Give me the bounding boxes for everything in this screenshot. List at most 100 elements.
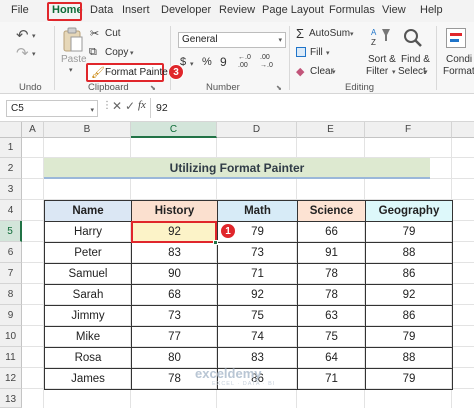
cut-label[interactable]: Cut [105,28,121,39]
fill-handle[interactable] [213,240,218,245]
row-header-3[interactable]: 3 [0,179,22,200]
student-name-cell[interactable]: James [44,368,132,390]
redo-icon[interactable]: ↷ [16,44,29,62]
clipboard-launcher-icon[interactable]: ⬊ [150,84,156,92]
scissors-icon[interactable]: ✂ [90,27,99,40]
tab-insert[interactable]: Insert [122,4,150,16]
conditional-formatting-icon[interactable] [446,28,466,48]
magnifier-icon[interactable] [403,28,423,53]
student-name-cell[interactable]: Sarah [44,284,132,306]
sort-filter-dropdown-icon[interactable]: ▾ [392,68,396,76]
score-cell[interactable]: 73 [131,305,218,327]
copy-label[interactable]: Copy [105,47,128,58]
increase-decimal-icon[interactable]: ←.0 .00 [238,54,251,70]
tab-developer[interactable]: Developer [161,4,211,16]
decrease-decimal-icon[interactable]: .00 →.0 [260,54,273,70]
score-cell[interactable]: 79 [365,368,453,390]
copy-icon[interactable]: ⧉ [89,46,97,59]
student-name-cell[interactable]: Mike [44,326,132,348]
percent-icon[interactable]: % [202,56,212,68]
undo-dropdown-icon[interactable]: ▾ [32,32,36,40]
tab-file[interactable]: File [11,4,29,16]
score-cell[interactable]: 92 [365,284,453,306]
row-header-1[interactable]: 1 [0,138,22,158]
fill-label[interactable]: Fill [310,47,323,58]
tab-view[interactable]: View [382,4,406,16]
score-cell[interactable]: 86 [365,263,453,285]
paste-label[interactable]: Paste [61,54,87,65]
score-cell[interactable]: 73 [217,242,298,264]
score-cell[interactable]: 68 [131,284,218,306]
column-header-d[interactable]: D [217,122,297,138]
student-name-cell[interactable]: Peter [44,242,132,264]
formula-input[interactable]: 92 [152,100,470,117]
number-format-dropdown[interactable]: General ▾ [178,32,286,48]
score-cell[interactable]: 71 [217,263,298,285]
score-cell[interactable]: 83 [131,242,218,264]
find-select-label-1[interactable]: Find & [401,54,430,65]
score-cell[interactable]: 63 [297,305,366,327]
tab-review[interactable]: Review [219,4,255,16]
more-options-icon[interactable]: ⋮ [102,100,112,111]
score-cell[interactable]: 77 [131,326,218,348]
find-select-dropdown-icon[interactable]: ▾ [424,68,428,76]
row-header-4[interactable]: 4 [0,200,22,221]
column-header-b[interactable]: B [44,122,131,138]
column-header-a[interactable]: A [22,122,44,138]
row-header-6[interactable]: 6 [0,242,22,263]
student-name-cell[interactable]: Samuel [44,263,132,285]
redo-dropdown-icon[interactable]: ▾ [32,50,36,58]
autosum-label[interactable]: AutoSum [309,28,350,39]
score-cell[interactable]: 74 [217,326,298,348]
score-cell[interactable]: 75 [217,305,298,327]
score-cell[interactable]: 66 [297,221,366,243]
conditional-label-1[interactable]: Condi [446,54,472,65]
paste-dropdown-icon[interactable]: ▾ [69,66,73,74]
clear-dropdown-icon[interactable]: ▾ [332,68,336,76]
row-header-9[interactable]: 9 [0,305,22,326]
row-header-2[interactable]: 2 [0,158,22,179]
header-math[interactable]: Math [217,200,298,222]
active-cell-c5[interactable] [131,221,217,243]
autosum-icon[interactable]: Σ [296,26,304,41]
row-header-5[interactable]: 5 [0,221,22,242]
column-header-e[interactable]: E [297,122,365,138]
score-cell[interactable]: 78 [297,284,366,306]
score-cell[interactable]: 88 [365,242,453,264]
row-header-7[interactable]: 7 [0,263,22,284]
row-header-8[interactable]: 8 [0,284,22,305]
tab-data[interactable]: Data [90,4,113,16]
name-box[interactable]: C5 ▾ [6,100,98,117]
header-geography[interactable]: Geography [365,200,453,222]
score-cell[interactable]: 75 [297,326,366,348]
score-cell[interactable]: 90 [131,263,218,285]
currency-dropdown-icon[interactable]: ▾ [190,60,194,68]
score-cell[interactable]: 92 [217,284,298,306]
score-cell[interactable]: 79 [365,221,453,243]
copy-dropdown-icon[interactable]: ▾ [130,49,134,57]
score-cell[interactable]: 88 [365,347,453,369]
format-painter-button[interactable]: 🖌 Format Painter [86,63,171,82]
clear-label[interactable]: Clear [310,66,334,77]
student-name-cell[interactable]: Harry [44,221,132,243]
score-cell[interactable]: 78 [297,263,366,285]
comma-style-icon[interactable]: 9 [220,55,227,69]
sort-filter-label-1[interactable]: Sort & [368,54,396,65]
score-cell[interactable]: 71 [297,368,366,390]
score-cell[interactable]: 79 [365,326,453,348]
row-header-10[interactable]: 10 [0,326,22,347]
worksheet-grid[interactable]: A B C D E F 1 2 3 4 5 6 7 8 9 10 11 12 1… [0,122,474,408]
enter-icon[interactable]: ✓ [125,99,135,113]
autosum-dropdown-icon[interactable]: ▾ [350,30,354,38]
student-name-cell[interactable]: Jimmy [44,305,132,327]
sort-filter-icon[interactable]: A Z [370,26,392,53]
tab-help[interactable]: Help [420,4,443,16]
cancel-icon[interactable]: ✕ [112,99,122,113]
row-header-11[interactable]: 11 [0,347,22,368]
row-header-12[interactable]: 12 [0,368,22,389]
eraser-icon[interactable]: ◆ [296,65,304,78]
tab-page-layout[interactable]: Page Layout [262,4,324,16]
student-name-cell[interactable]: Rosa [44,347,132,369]
row-header-13[interactable]: 13 [0,389,22,408]
column-header-f[interactable]: F [365,122,452,138]
